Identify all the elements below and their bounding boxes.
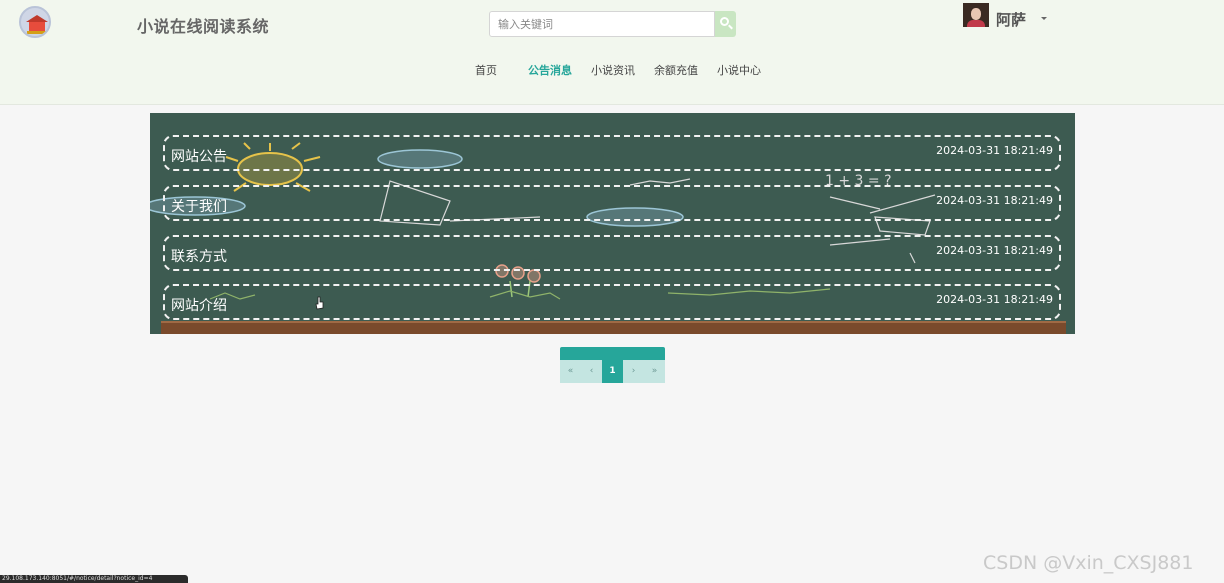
notice-item[interactable]: 关于我们 2024-03-31 18:21:49	[163, 185, 1061, 221]
nav-item-notices[interactable]: 公告消息	[528, 62, 572, 78]
notice-time: 2024-03-31 18:21:49	[936, 194, 1053, 207]
search-button[interactable]	[715, 11, 736, 37]
watermark: CSDN @Vxin_CXSJ881	[983, 552, 1194, 574]
page-1-button[interactable]: 1	[602, 360, 623, 383]
site-logo[interactable]	[19, 6, 51, 38]
site-title: 小说在线阅读系统	[137, 17, 270, 36]
notice-board: 1 + 3 = ? 网站公告 2024-03-31 18:21:49 关于我们 …	[150, 113, 1075, 334]
notice-item[interactable]: 联系方式 2024-03-31 18:21:49	[163, 235, 1061, 271]
chevron-down-icon[interactable]	[1041, 17, 1047, 20]
notice-title[interactable]: 网站介绍	[171, 295, 227, 315]
notice-title[interactable]: 联系方式	[171, 246, 227, 266]
notice-item[interactable]: 网站公告 2024-03-31 18:21:49	[163, 135, 1061, 171]
notice-time: 2024-03-31 18:21:49	[936, 244, 1053, 257]
search-input[interactable]	[489, 11, 715, 37]
pagination-buttons: « ‹ 1 › »	[560, 360, 665, 383]
top-header: 小说在线阅读系统 阿萨 首页 公告消息 小说资讯 余额充值 小说中心	[0, 0, 1224, 105]
last-page-button[interactable]: »	[644, 360, 665, 383]
notice-item[interactable]: 网站介绍 2024-03-31 18:21:49	[163, 284, 1061, 320]
board-ledge	[161, 321, 1066, 334]
status-bar-url: 29.108.173.140:8051/#/notice/detail?noti…	[0, 575, 188, 583]
pagination: « ‹ 1 › »	[560, 347, 665, 383]
nav-item-recharge[interactable]: 余额充值	[654, 62, 698, 78]
search-bar	[489, 11, 736, 37]
username[interactable]: 阿萨	[996, 9, 1026, 30]
nav-item-news[interactable]: 小说资讯	[591, 62, 635, 78]
nav-item-novel-center[interactable]: 小说中心	[717, 62, 761, 78]
prev-page-button[interactable]: ‹	[581, 360, 602, 383]
first-page-button[interactable]: «	[560, 360, 581, 383]
avatar[interactable]	[963, 3, 989, 27]
notice-time: 2024-03-31 18:21:49	[936, 144, 1053, 157]
hand-cursor-icon	[315, 296, 324, 310]
pagination-bar	[560, 347, 665, 360]
notice-time: 2024-03-31 18:21:49	[936, 293, 1053, 306]
notice-title[interactable]: 关于我们	[171, 196, 227, 216]
next-page-button[interactable]: ›	[623, 360, 644, 383]
notice-title[interactable]: 网站公告	[171, 146, 227, 166]
nav-item-home[interactable]: 首页	[475, 62, 497, 78]
